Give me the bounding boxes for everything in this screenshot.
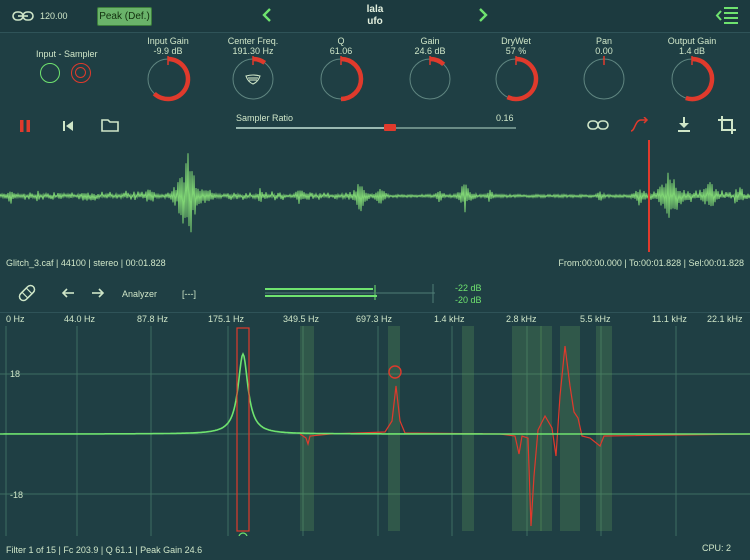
analyzer-band	[300, 326, 314, 531]
freq-tick-label: 44.0 Hz	[64, 314, 96, 324]
meter-top-value: -22 dB	[455, 283, 482, 293]
preset-name[interactable]: lala	[340, 4, 410, 15]
db-axis-top: 18	[10, 369, 21, 379]
sampler-ratio-label: Sampler Ratio	[236, 113, 294, 123]
eq-graph[interactable]	[0, 326, 750, 536]
chevron-right-icon[interactable]	[476, 6, 490, 24]
download-icon[interactable]	[676, 116, 692, 134]
folder-icon[interactable]	[100, 117, 120, 133]
output-gain-knob[interactable]	[668, 55, 716, 103]
peak-mode-button[interactable]: Peak (Def.)	[97, 7, 152, 26]
menu-collapse-icon[interactable]	[714, 4, 740, 28]
db-axis-bottom: -18	[10, 490, 24, 500]
sampler-ratio-thumb[interactable]	[384, 124, 396, 131]
meter-bottom-value: -20 dB	[455, 295, 482, 305]
freq-tick-label: 697.3 Hz	[356, 314, 393, 324]
freq-tick-label: 349.5 Hz	[283, 314, 320, 324]
level-meter	[265, 283, 485, 305]
link-icon[interactable]	[586, 118, 610, 132]
freq-tick-label: 175.1 Hz	[208, 314, 245, 324]
analyzer-band	[462, 326, 474, 531]
q-knob[interactable]	[317, 55, 365, 103]
chevron-left-icon[interactable]	[260, 6, 274, 24]
freq-tick-label: 1.4 kHz	[434, 314, 465, 324]
analyzer-range[interactable]: [---]	[182, 289, 196, 299]
bandage-icon[interactable]	[16, 283, 38, 303]
pause-icon[interactable]	[17, 118, 33, 134]
tempo-readout[interactable]: 120.00	[40, 11, 68, 21]
undo-arrow-icon[interactable]	[60, 286, 76, 300]
input-sampler-label: Input - Sampler	[36, 49, 98, 59]
pan-label: Pan	[595, 36, 612, 46]
freq-tick-label: 5.5 kHz	[580, 314, 611, 324]
waveform-trace	[0, 153, 750, 233]
freq-tick-label: 87.8 Hz	[137, 314, 169, 324]
analyzer-band	[512, 326, 542, 531]
freq-tick-label: 0 Hz	[6, 314, 25, 324]
pan-knob[interactable]	[580, 55, 628, 103]
drywet-label: DryWet	[501, 36, 531, 46]
freq-tick-label: 11.1 kHz	[652, 314, 687, 324]
gain-label: Gain	[420, 36, 440, 46]
analyzer-band	[560, 326, 580, 531]
selected-filter-band	[236, 327, 250, 532]
cpu-readout: CPU: 2	[702, 543, 732, 553]
q-label: Q	[337, 36, 345, 46]
sampler-ratio-value: 0.16	[496, 113, 514, 123]
drywet-knob[interactable]	[492, 55, 540, 103]
active-filter-curve	[0, 352, 750, 435]
preset-subname[interactable]: ufo	[340, 16, 410, 27]
analyzer-band	[596, 326, 612, 531]
freq-tick-label: 22.1 kHz	[707, 314, 743, 324]
output-gain-label: Output Gain	[667, 36, 717, 46]
selection-info: From:00:00.000 | To:00:01.828 | Sel:00:0…	[558, 258, 744, 268]
link-icon[interactable]	[12, 8, 34, 24]
fade-curve-icon[interactable]	[628, 116, 650, 134]
waveform-view[interactable]	[0, 140, 750, 252]
crop-icon[interactable]	[716, 114, 738, 136]
sampler-radio[interactable]	[71, 63, 91, 83]
input-gain-knob[interactable]	[144, 55, 192, 103]
filter-info: Filter 1 of 15 | Fc 203.9 | Q 61.1 | Pea…	[6, 545, 203, 555]
gain-knob[interactable]	[406, 55, 454, 103]
rewind-icon[interactable]	[60, 118, 76, 134]
analyzer-band	[388, 326, 400, 531]
freq-tick-label: 2.8 kHz	[506, 314, 537, 324]
input-gain-label: Input Gain	[147, 36, 189, 46]
filter-q-handle	[238, 532, 248, 536]
file-info: Glitch_3.caf | 44100 | stereo | 00:01.82…	[6, 258, 166, 268]
analyzer-toggle[interactable]: Analyzer	[122, 289, 157, 299]
center-freq-label: Center Freq.	[227, 36, 279, 46]
analyzer-band	[540, 326, 552, 531]
input-radio[interactable]	[40, 63, 60, 83]
redo-arrow-icon[interactable]	[90, 286, 106, 300]
sampler-ratio-slider[interactable]	[236, 124, 516, 131]
center-freq-knob[interactable]	[229, 55, 277, 103]
